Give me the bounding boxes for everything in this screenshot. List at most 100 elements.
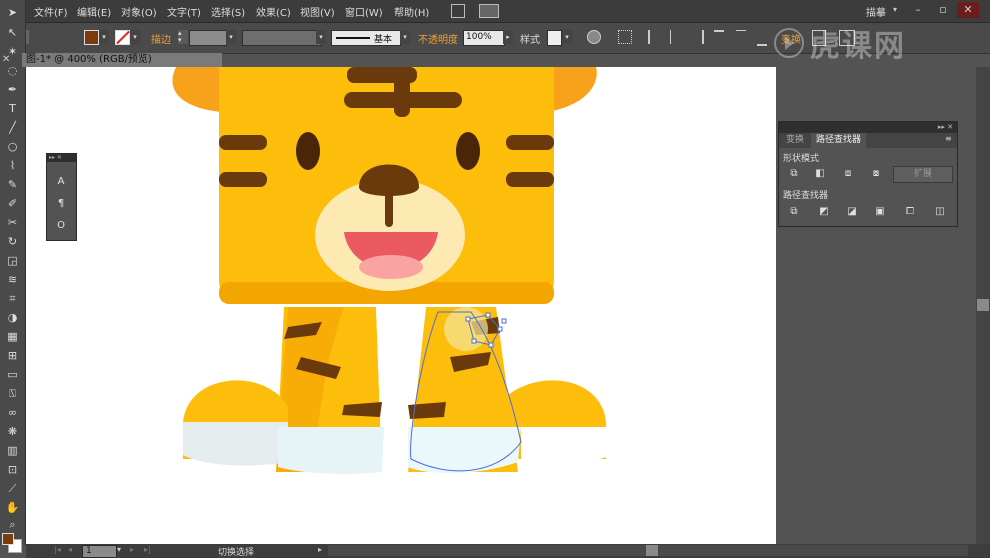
- document-tab[interactable]: 图-1* @ 400% (RGB/预览) ✕: [2, 53, 222, 67]
- menu-edit[interactable]: 编辑(E): [77, 4, 111, 19]
- outline-icon[interactable]: ⧠: [903, 206, 917, 218]
- minus-back-icon[interactable]: ◫: [933, 206, 947, 218]
- tiger-illustration[interactable]: [26, 67, 776, 544]
- brush-definition[interactable]: 基本: [331, 30, 401, 46]
- stroke-weight-dropdown[interactable]: ▾: [226, 30, 236, 44]
- last-artboard-icon[interactable]: ▸|: [144, 545, 151, 554]
- perspective-grid-tool-icon[interactable]: ▦: [4, 329, 21, 344]
- graphic-style-dropdown[interactable]: ▾: [562, 30, 572, 44]
- menu-effect[interactable]: 效果(C): [256, 4, 291, 19]
- panel-header[interactable]: ▸▸ ✕: [779, 122, 957, 133]
- direct-selection-tool-icon[interactable]: ↖: [4, 25, 21, 40]
- artboard-tool-icon[interactable]: ⊡: [4, 462, 21, 477]
- trim-icon[interactable]: ◩: [817, 206, 831, 218]
- workspace-switcher[interactable]: 描摹: [866, 4, 886, 19]
- align-right-icon[interactable]: [692, 30, 704, 44]
- expand-button[interactable]: 扩展: [893, 166, 953, 183]
- width-profile-dropdown[interactable]: ▾: [316, 30, 326, 44]
- stroke-weight-stepper[interactable]: ▴ ▾: [178, 30, 188, 44]
- stroke-label[interactable]: 描边: [151, 31, 171, 46]
- hand-tool-icon[interactable]: ✋: [4, 500, 21, 515]
- align-left-icon[interactable]: [648, 30, 660, 44]
- status-tool-hint[interactable]: 切换选择: [218, 545, 254, 558]
- symbol-sprayer-tool-icon[interactable]: ❋: [4, 424, 21, 439]
- artboard-canvas[interactable]: [26, 67, 776, 544]
- minus-front-icon[interactable]: ◧: [813, 168, 827, 180]
- align-to-icon[interactable]: [618, 30, 632, 44]
- scissors-tool-icon[interactable]: ✂: [4, 215, 21, 230]
- align-bottom-icon[interactable]: [757, 30, 767, 46]
- selection-tool-icon[interactable]: ➤: [4, 5, 21, 20]
- recolor-artwork-icon[interactable]: [587, 30, 601, 44]
- type-tool-icon[interactable]: T: [4, 101, 21, 116]
- maximize-icon[interactable]: ▫: [932, 2, 954, 18]
- graphic-style-swatch[interactable]: [547, 30, 562, 46]
- fill-color-icon[interactable]: [2, 533, 14, 545]
- close-icon[interactable]: ✕: [2, 53, 10, 67]
- menu-type[interactable]: 文字(T): [167, 4, 201, 19]
- tab-transform[interactable]: 变换: [781, 133, 809, 148]
- brush-dropdown[interactable]: ▾: [400, 30, 410, 44]
- align-top-icon[interactable]: [714, 30, 724, 46]
- menu-file[interactable]: 文件(F): [34, 4, 68, 19]
- panel-menu-icon[interactable]: ≡: [945, 134, 952, 143]
- eyedropper-tool-icon[interactable]: ⍂: [4, 386, 21, 401]
- fill-swatch[interactable]: [84, 30, 99, 45]
- arrange-documents-icon[interactable]: [479, 4, 499, 18]
- pen-tool-icon[interactable]: ✒: [4, 82, 21, 97]
- first-artboard-icon[interactable]: |◂: [54, 545, 61, 554]
- stroke-swatch[interactable]: [115, 30, 130, 45]
- free-transform-tool-icon[interactable]: ⌗: [4, 291, 21, 306]
- merge-icon[interactable]: ◪: [845, 206, 859, 218]
- minimize-icon[interactable]: –: [907, 2, 929, 18]
- stroke-dropdown[interactable]: ▾: [130, 30, 140, 44]
- align-hcenter-icon[interactable]: [670, 30, 681, 44]
- prev-artboard-icon[interactable]: ◂: [68, 545, 72, 554]
- unite-icon[interactable]: ⧉: [787, 168, 801, 180]
- status-menu-icon[interactable]: ▸: [318, 545, 322, 554]
- tab-pathfinder[interactable]: 路径查找器: [811, 133, 867, 148]
- opentype-icon[interactable]: O: [54, 220, 68, 232]
- zoom-tool-icon[interactable]: ⌕: [4, 517, 21, 532]
- align-vcenter-icon[interactable]: [736, 30, 746, 45]
- horizontal-scrollbar[interactable]: [328, 545, 968, 556]
- scale-tool-icon[interactable]: ◲: [4, 253, 21, 268]
- paintbrush-tool-icon[interactable]: ⌇: [4, 158, 21, 173]
- crop-icon[interactable]: ▣: [873, 206, 887, 218]
- fill-dropdown[interactable]: ▾: [99, 30, 109, 44]
- bridge-icon[interactable]: [451, 4, 465, 18]
- variable-width-profile[interactable]: [242, 30, 322, 46]
- scroll-thumb[interactable]: [977, 299, 989, 311]
- panel-header[interactable]: ▸▸ ✕: [47, 154, 76, 162]
- chevron-down-icon[interactable]: ▾: [893, 5, 897, 14]
- menu-select[interactable]: 选择(S): [211, 4, 245, 19]
- paragraph-icon[interactable]: ¶: [54, 198, 68, 210]
- column-graph-tool-icon[interactable]: ▥: [4, 443, 21, 458]
- opacity-dropdown[interactable]: ▸: [503, 30, 513, 44]
- menu-object[interactable]: 对象(O): [121, 4, 157, 19]
- rotate-tool-icon[interactable]: ↻: [4, 234, 21, 249]
- menu-help[interactable]: 帮助(H): [394, 4, 429, 19]
- blend-tool-icon[interactable]: ∞: [4, 405, 21, 420]
- mesh-tool-icon[interactable]: ⊞: [4, 348, 21, 363]
- intersect-icon[interactable]: ⧈: [841, 168, 855, 180]
- line-tool-icon[interactable]: ╱: [4, 120, 21, 135]
- warp-tool-icon[interactable]: ≋: [4, 272, 21, 287]
- artboard-number-field[interactable]: 1: [82, 545, 117, 558]
- artboard-dropdown-icon[interactable]: ▾: [117, 545, 121, 554]
- divide-icon[interactable]: ⧉: [787, 206, 801, 218]
- blob-brush-tool-icon[interactable]: ✐: [4, 196, 21, 211]
- opacity-field[interactable]: 100%: [463, 30, 505, 46]
- stroke-weight-field[interactable]: [189, 30, 227, 46]
- pencil-tool-icon[interactable]: ✎: [4, 177, 21, 192]
- opacity-label[interactable]: 不透明度: [418, 31, 458, 46]
- gradient-tool-icon[interactable]: ▭: [4, 367, 21, 382]
- next-artboard-icon[interactable]: ▸: [130, 545, 134, 554]
- menu-window[interactable]: 窗口(W): [345, 4, 383, 19]
- ellipse-tool-icon[interactable]: ○: [4, 139, 21, 154]
- close-icon[interactable]: ✕: [957, 2, 979, 18]
- slice-tool-icon[interactable]: ⟋: [4, 481, 21, 496]
- exclude-icon[interactable]: ⧇: [869, 168, 883, 180]
- scroll-thumb[interactable]: [646, 545, 658, 556]
- character-icon[interactable]: A: [54, 176, 68, 188]
